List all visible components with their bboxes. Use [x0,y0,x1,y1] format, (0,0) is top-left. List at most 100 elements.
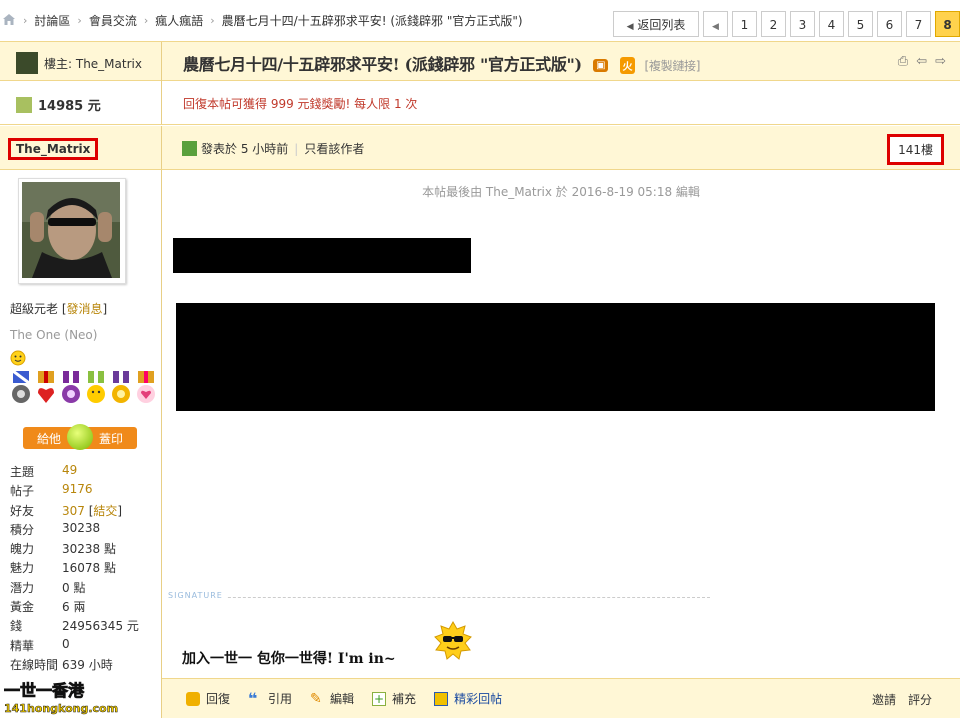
post-content: 本帖最後由 The_Matrix 於 2016-8-19 05:18 編輯 SI… [162,170,960,678]
post-floor-number[interactable]: 141樓 [887,134,944,165]
edit-button[interactable]: ✎ 編輯 [310,690,354,707]
prev-page-button[interactable]: ◀ [703,11,728,37]
medal-icon[interactable] [110,371,132,405]
redacted-text-block [173,238,471,273]
reply-button[interactable]: 回復 [186,690,230,707]
avatar[interactable] [18,178,126,284]
medal-icon[interactable] [135,371,157,405]
breadcrumb-thread[interactable]: 農曆七月十四/十五辟邪求平安! (派錢辟邪 "官方正式版") [222,12,523,29]
thread-owner-label[interactable]: 樓主: The_Matrix [44,55,142,72]
stat-row: 好友 307 [結交] [10,502,139,521]
stat-value: 30238 點 [62,542,116,557]
hot-badge: 火 [619,57,636,74]
medal-list [10,369,157,405]
reward-money-value: 14985 元 [38,99,101,114]
stat-label: 帖子 [10,484,35,499]
medal-icon[interactable] [85,371,107,405]
page-link-6[interactable]: 6 [877,11,902,37]
breadcrumb-forum[interactable]: 討論區 [34,12,70,29]
quote-button[interactable]: ❝ 引用 [248,690,292,707]
stat-row: 魅力 16078 點 [10,559,139,578]
stat-label: 在線時間 [10,657,59,672]
invite-link[interactable]: 邀請 [872,691,896,708]
give-stamp-button[interactable]: 給他 蓋印 [23,424,137,450]
column-divider [161,81,162,124]
send-message-link[interactable]: 發消息 [67,302,103,316]
author-only-link[interactable]: 只看該作者 [304,140,364,157]
rate-link[interactable]: 評分 [908,691,932,708]
custom-title: The One (Neo) [10,328,98,342]
post-meta: 發表於 5 小時前 | 只看該作者 [182,140,364,157]
smiley-icon [10,350,26,369]
prev-thread-icon[interactable]: ⇦ [916,54,927,69]
chevron-right-icon: › [143,14,149,27]
add-friend-link[interactable]: 結交 [93,504,117,518]
pencil-icon: ✎ [310,690,322,707]
signature-text: 加入一世一 包你一世得! I'm in~ [182,651,396,667]
back-to-list-label: 返回列表 [637,18,686,32]
reply-label: 回復 [206,692,231,706]
stat-label: 魄力 [10,542,35,557]
breadcrumb-board[interactable]: 瘋人瘋語 [155,12,203,29]
stat-label: 潛力 [10,580,35,595]
stat-label: 好友 [10,503,35,518]
owner-avatar-icon [16,52,38,74]
post-actions-bar: 回復 ❝ 引用 ✎ 編輯 + 補充 精彩回帖 邀請 評分 [162,678,960,718]
give-stamp-left-label: 給他 [37,431,62,446]
column-divider [161,42,162,81]
svg-text:141hongkong.com: 141hongkong.com [4,702,118,715]
page-link-3[interactable]: 3 [790,11,815,37]
page-link-4[interactable]: 4 [819,11,844,37]
stat-value: 0 [62,636,70,651]
home-icon[interactable] [2,13,16,29]
column-divider [161,126,162,169]
page-link-1[interactable]: 1 [732,11,757,37]
stat-row: 在線時間 639 小時 [10,656,139,675]
stat-value: 24956345 元 [62,619,139,634]
user-rank: 超級元老 [發消息] [10,302,108,316]
breadcrumb: › 討論區 › 會員交流 › 瘋人瘋語 › 農曆七月十四/十五辟邪求平安! (派… [2,12,523,29]
page-link-7[interactable]: 7 [906,11,931,37]
money-icon [16,96,32,113]
medal-icon[interactable] [60,371,82,405]
reward-money: 14985 元 [16,95,101,114]
signature-divider: SIGNATURE [168,591,710,600]
stat-value: 639 小時 [62,657,113,672]
stat-row: 帖子 9176 [10,482,139,501]
next-thread-icon[interactable]: ⇨ [935,54,946,69]
stat-row: 積分 30238 [10,521,139,540]
stat-row: 潛力 0 點 [10,579,139,598]
stat-value: 0 點 [62,580,86,595]
pagination: ◀ 返回列表 ◀ 1 2 3 4 5 6 7 8 [609,11,960,37]
copy-link-button[interactable]: [複製鏈接] [645,59,701,73]
stat-row: 黃金 6 兩 [10,598,139,617]
page-current: 8 [935,11,960,37]
medal-icon[interactable] [35,371,57,405]
author-sidebar: 超級元老 [發消息] The One (Neo) 給他 蓋印 主題 49 帖子 91… [0,170,161,718]
post-author-name[interactable]: The_Matrix [8,138,99,160]
post-extra-actions: 邀請 評分 [872,691,932,708]
page-link-2[interactable]: 2 [761,11,786,37]
reward-row: 14985 元 回復本帖可獲得 999 元錢獎勵! 每人限 1 次 [0,81,960,125]
thread-title-text: 農曆七月十四/十五辟邪求平安! (派錢辟邪 "官方正式版") [183,55,582,74]
chevron-right-icon: › [77,14,82,27]
edit-notice: 本帖最後由 The_Matrix 於 2016-8-19 05:18 編輯 [422,185,700,199]
supplement-button[interactable]: + 補充 [372,690,416,707]
redacted-image-block [176,303,935,411]
print-icon[interactable]: ⎙ [898,54,908,69]
featured-icon [434,691,449,706]
stat-posts-value[interactable]: 9176 [62,482,93,501]
medal-icon[interactable] [10,369,32,405]
quote-label: 引用 [268,692,293,706]
stat-friends-value[interactable]: 307 [62,504,85,518]
featured-reply-label: 精彩回帖 [454,692,503,706]
chevron-left-icon: ◀ [712,22,719,32]
user-rank-text: 超級元老 [10,302,59,316]
featured-reply-button[interactable]: 精彩回帖 [434,690,502,707]
stat-threads-value[interactable]: 49 [62,463,77,482]
page-link-5[interactable]: 5 [848,11,873,37]
reward-notice: 回復本帖可獲得 999 元錢獎勵! 每人限 1 次 [183,97,418,111]
stat-value: 30238 [62,520,101,535]
breadcrumb-members[interactable]: 會員交流 [89,12,137,29]
back-to-list-button[interactable]: ◀ 返回列表 [613,11,699,37]
